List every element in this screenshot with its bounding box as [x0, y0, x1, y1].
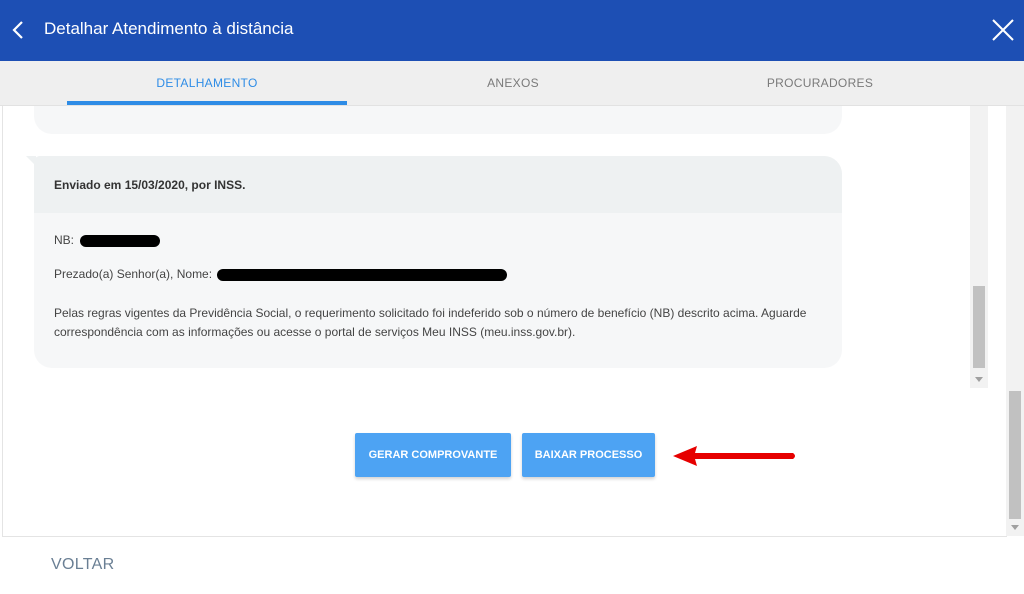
tab-anexos[interactable]: ANEXOS	[373, 61, 653, 105]
tab-detalhamento[interactable]: DETALHAMENTO	[67, 61, 347, 105]
inner-scrollbar-thumb[interactable]	[973, 286, 985, 368]
tab-procuradores[interactable]: PROCURADORES	[680, 61, 960, 105]
baixar-processo-button[interactable]: BAIXAR PROCESSO	[522, 433, 655, 477]
message-body-line-2: correspondência com as informações ou ac…	[54, 325, 576, 339]
close-button[interactable]	[988, 15, 1018, 45]
greeting-line: Prezado(a) Senhor(a), Nome:	[54, 265, 508, 284]
inner-scrollbar[interactable]	[970, 106, 988, 388]
voltar-button[interactable]: VOLTAR	[51, 556, 114, 574]
nb-label: NB:	[54, 233, 75, 247]
page-scrollbar-thumb[interactable]	[1009, 391, 1021, 519]
nb-line: NB:	[54, 231, 161, 250]
active-tab-indicator	[67, 101, 347, 105]
tab-bar: DETALHAMENTO ANEXOS PROCURADORES	[0, 61, 1024, 106]
back-button[interactable]	[6, 15, 30, 45]
redacted-name	[217, 268, 508, 281]
previous-message-card	[34, 106, 842, 134]
greeting-label: Prezado(a) Senhor(a), Nome:	[54, 267, 213, 281]
page-title: Detalhar Atendimento à distância	[44, 19, 294, 38]
gerar-comprovante-button[interactable]: GERAR COMPROVANTE	[355, 433, 511, 477]
close-icon	[992, 19, 1014, 41]
content-panel: Enviado em 15/03/2020, por INSS. NB: Pre…	[2, 106, 1007, 537]
scroll-down-arrow-icon[interactable]	[975, 377, 983, 382]
page-scroll-down-arrow-icon[interactable]	[1011, 525, 1019, 530]
message-sent-info: Enviado em 15/03/2020, por INSS.	[54, 178, 246, 192]
chevron-left-icon	[12, 21, 23, 39]
top-bar: Detalhar Atendimento à distância	[0, 0, 1024, 61]
message-card: Enviado em 15/03/2020, por INSS. NB: Pre…	[26, 156, 842, 368]
redacted-nb	[80, 234, 161, 247]
message-body-line-1: Pelas regras vigentes da Previdência Soc…	[54, 306, 807, 320]
message-header: Enviado em 15/03/2020, por INSS.	[34, 156, 842, 213]
page-scrollbar[interactable]	[1006, 106, 1024, 536]
red-arrow-annotation	[673, 446, 795, 466]
